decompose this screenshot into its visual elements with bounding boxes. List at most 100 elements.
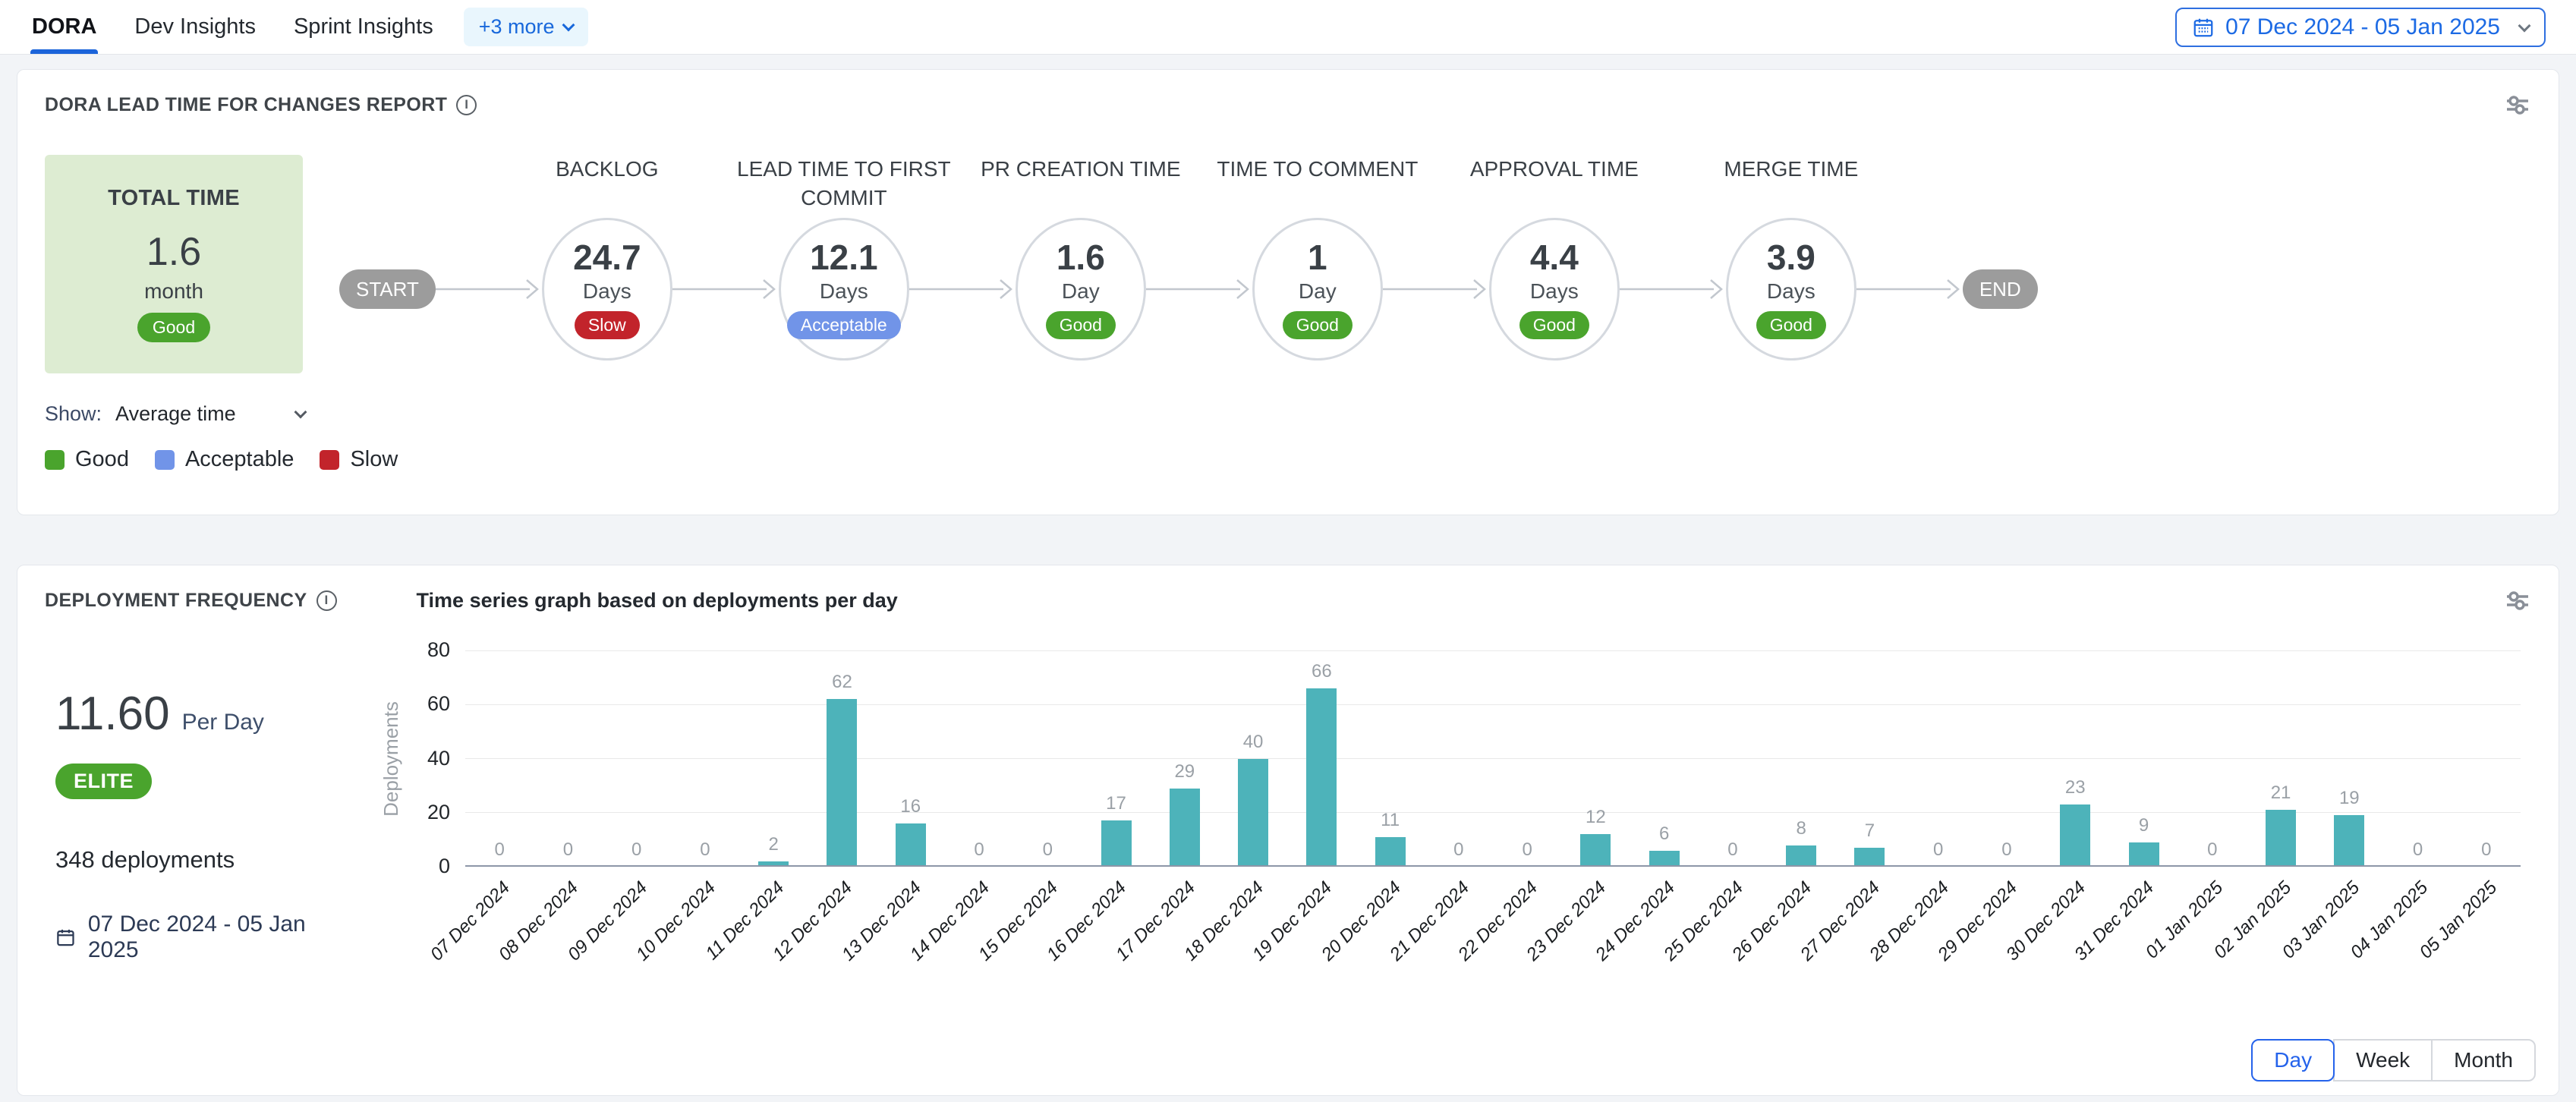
chart-bar-value: 62 [792, 672, 891, 693]
chart-y-tick: 0 [397, 855, 450, 878]
calendar-icon [2192, 16, 2215, 39]
legend-item: Acceptable [155, 447, 294, 472]
total-time-box: TOTAL TIME 1.6 month Good [45, 155, 303, 373]
chart-bar [1238, 759, 1268, 867]
tab-dev-insights[interactable]: Dev Insights [133, 0, 257, 54]
deployment-subtitle: Time series graph based on deployments p… [417, 589, 898, 612]
flow-arrow-icon [909, 276, 1016, 303]
legend-label: Good [75, 447, 129, 472]
info-icon[interactable]: i [316, 590, 337, 611]
chart-bar-slot: 21 [2247, 650, 2315, 867]
more-tabs-label: +3 more [479, 15, 555, 39]
legend-label: Slow [350, 447, 398, 472]
pipeline-stage: APPROVAL TIME4.4DaysGood [1489, 155, 1620, 361]
lead-time-header: DORA LEAD TIME FOR CHANGES REPORT i [17, 70, 2559, 117]
show-metric-dropdown[interactable]: Average time [115, 402, 305, 426]
info-icon[interactable]: i [456, 95, 477, 115]
more-tabs-button[interactable]: +3 more [464, 8, 588, 46]
chart-bar-value: 29 [1135, 761, 1234, 782]
flow-arrow-icon [1383, 276, 1489, 303]
stage-value: 4.4 [1530, 240, 1579, 275]
chart-bar-value: 19 [2300, 788, 2398, 809]
filter-sliders-icon[interactable] [2504, 588, 2531, 612]
deployment-title: DEPLOYMENT FREQUENCY i [45, 590, 337, 612]
chart-bar-slot: 29 [1151, 650, 1219, 867]
chart-plot-area: 0204060800000262160017294066110012608700… [465, 650, 2521, 867]
stage-circle: 1.6DayGood [1016, 218, 1146, 361]
flow-arrow-icon [436, 276, 542, 303]
chart-bar [896, 823, 926, 867]
stage-unit: Days [1767, 279, 1815, 304]
chart-bar-slot: 40 [1219, 650, 1287, 867]
chart-bar-value: 0 [1957, 839, 2056, 861]
chart-bar-value: 2 [724, 834, 823, 855]
granularity-month[interactable]: Month [2431, 1039, 2536, 1082]
granularity-day[interactable]: Day [2251, 1039, 2335, 1082]
calendar-icon [55, 927, 76, 948]
granularity-week[interactable]: Week [2333, 1039, 2433, 1082]
stage-status-badge: Good [1756, 311, 1826, 339]
flow-arrow-icon [1146, 276, 1252, 303]
chart-bar-slot: 0 [1973, 650, 2041, 867]
chart-bar-slot: 6 [1630, 650, 1699, 867]
chart-bar-value: 9 [2094, 815, 2193, 836]
stage-status-badge: Good [1046, 311, 1116, 339]
deployments-bar-chart: Deployments 0204060800000262160017294066… [382, 650, 2521, 973]
flow-arrow-icon [1856, 276, 1963, 303]
pipeline-start: START [339, 269, 436, 309]
filter-sliders-icon[interactable] [2504, 93, 2531, 117]
stage-value: 12.1 [810, 240, 878, 275]
chart-bar-value: 7 [1820, 820, 1919, 842]
chart-bar [2129, 842, 2159, 867]
chart-bar [1854, 848, 1885, 867]
chart-bar [1649, 851, 1680, 867]
stage-value: 24.7 [573, 240, 641, 275]
deployment-stats: 11.60 Per Day ELITE 348 deployments 07 D… [17, 619, 351, 973]
stage-title: TIME TO COMMENT [1192, 155, 1443, 184]
pipeline-stage: TIME TO COMMENT1DayGood [1252, 155, 1383, 361]
show-metric-value: Average time [115, 402, 236, 426]
legend-item: Slow [320, 447, 398, 472]
lead-time-card: DORA LEAD TIME FOR CHANGES REPORT i TOTA… [17, 69, 2559, 515]
chart-bar-value: 0 [998, 839, 1097, 861]
stage-status-badge: Good [1519, 311, 1589, 339]
stage-circle: 3.9DaysGood [1726, 218, 1856, 361]
chart-bar-slot: 19 [2315, 650, 2383, 867]
legend-swatch [320, 450, 339, 470]
tab-dora[interactable]: DORA [30, 0, 98, 54]
chart-bar [1101, 820, 1132, 867]
stage-value: 1.6 [1057, 240, 1105, 275]
stage-circle: 1DayGood [1252, 218, 1383, 361]
pipeline-end: END [1963, 269, 2038, 309]
pipeline-stage: MERGE TIME3.9DaysGood [1726, 155, 1856, 361]
legend-swatch [45, 450, 65, 470]
legend-label: Acceptable [185, 447, 294, 472]
pipeline-stage: PR CREATION TIME1.6DayGood [1016, 155, 1146, 361]
chart-bar-value: 0 [2163, 839, 2262, 861]
lead-time-title-text: DORA LEAD TIME FOR CHANGES REPORT [45, 94, 447, 116]
flow-arrow-icon [1620, 276, 1726, 303]
tab-list: DORA Dev Insights Sprint Insights [30, 0, 435, 54]
stage-status-badge: Acceptable [787, 311, 901, 339]
chart-bar-slot: 66 [1287, 650, 1356, 867]
total-time-unit: month [144, 279, 203, 304]
lead-time-pipeline: STARTBACKLOG24.7DaysSlowLEAD TIME TO FIR… [339, 155, 2531, 426]
stage-title: LEAD TIME TO FIRST COMMIT [719, 155, 969, 213]
tab-sprint-insights[interactable]: Sprint Insights [292, 0, 435, 54]
deployment-frequency-card: DEPLOYMENT FREQUENCY i Time series graph… [17, 565, 2559, 1096]
total-time-label: TOTAL TIME [108, 186, 240, 211]
elite-badge: ELITE [55, 764, 152, 799]
chart-bar-slot: 0 [1425, 650, 1493, 867]
chart-y-tick: 60 [397, 692, 450, 716]
stage-title: BACKLOG [482, 155, 732, 184]
stage-circle: 24.7DaysSlow [542, 218, 672, 361]
total-status-badge: Good [137, 313, 210, 342]
chart-y-tick: 20 [397, 801, 450, 824]
date-range-picker[interactable]: 07 Dec 2024 - 05 Jan 2025 [2175, 8, 2546, 47]
deployment-date-range: 07 Dec 2024 - 05 Jan 2025 [55, 912, 351, 963]
chart-bar [1306, 688, 1337, 867]
stage-status-badge: Slow [575, 311, 640, 339]
chart-bar-value: 0 [1683, 839, 1782, 861]
chart-bar-slot: 11 [1356, 650, 1424, 867]
lead-time-legend: Good Acceptable Slow [17, 447, 2559, 472]
